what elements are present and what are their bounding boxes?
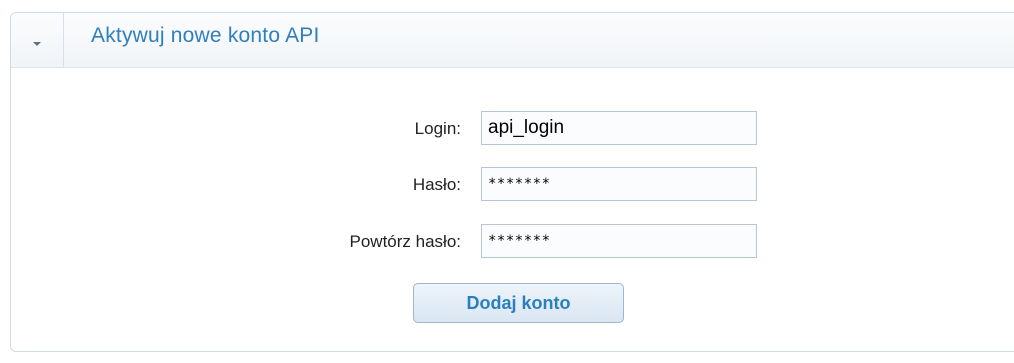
password-label: Hasło: xyxy=(412,175,461,194)
login-input[interactable] xyxy=(481,111,757,145)
password-input[interactable] xyxy=(481,167,757,201)
collapse-button[interactable] xyxy=(11,13,64,67)
repeat-password-label: Powtórz hasło: xyxy=(349,232,462,251)
api-account-panel: Aktywuj nowe konto API Login: Hasło: Pow… xyxy=(10,12,1014,352)
add-account-button[interactable]: Dodaj konto xyxy=(413,283,624,323)
login-label: Login: xyxy=(414,119,461,138)
activate-account-form: Login: Hasło: Powtórz hasło: Dodaj konto xyxy=(11,67,1014,351)
chevron-down-icon xyxy=(33,42,41,46)
repeat-password-row: Powtórz hasło: xyxy=(11,224,1011,260)
login-row: Login: xyxy=(11,111,1011,147)
panel-header: Aktywuj nowe konto API xyxy=(11,13,1014,68)
password-row: Hasło: xyxy=(11,167,1011,203)
panel-title: Aktywuj nowe konto API xyxy=(91,24,320,47)
repeat-password-input[interactable] xyxy=(481,224,757,258)
